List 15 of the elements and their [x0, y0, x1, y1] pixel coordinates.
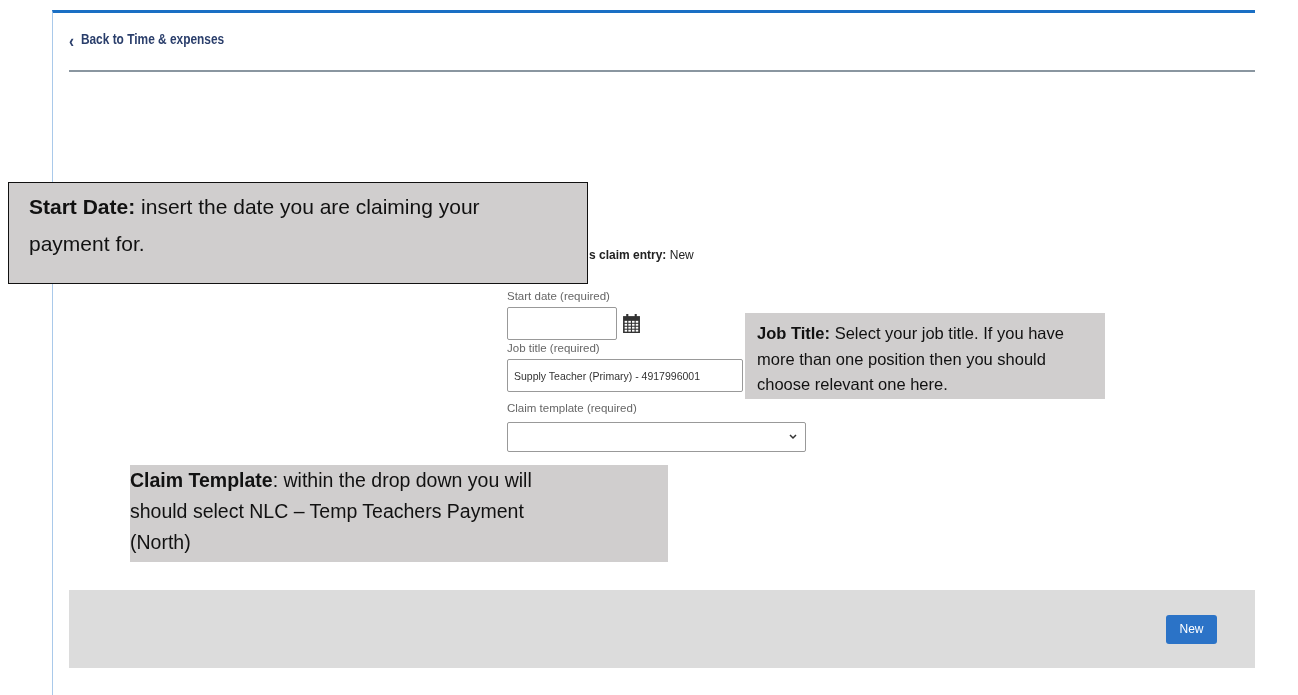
job-title-select[interactable]: Supply Teacher (Primary) - 4917996001: [507, 359, 743, 392]
claim-template-select[interactable]: [507, 422, 806, 452]
caret-icon: [789, 434, 797, 440]
field-label: Claim template (required): [507, 402, 638, 414]
annotation-tooltip: Start Date: insert the date you are claiming your payment for.: [8, 182, 588, 284]
new-button[interactable]: New: [1166, 614, 1217, 644]
entry-label: s claim entry:: [589, 248, 667, 262]
field-label: Job title (required): [507, 342, 601, 354]
date-field[interactable]: [507, 307, 617, 340]
annotation-tooltip: Job Title: Select your job title. If you have more than one position then you should choose relevant one here.: [745, 313, 1105, 399]
annotation-tooltip: Claim Template: within the drop down you will should select NLC – Temp Teachers Payment (North): [130, 465, 668, 562]
back-link[interactable]: ‹ Back to Time & expenses: [69, 31, 225, 52]
field-label: Start date (required): [507, 290, 611, 302]
entry-value: New: [669, 248, 694, 262]
calendar-icon[interactable]: [623, 314, 640, 333]
